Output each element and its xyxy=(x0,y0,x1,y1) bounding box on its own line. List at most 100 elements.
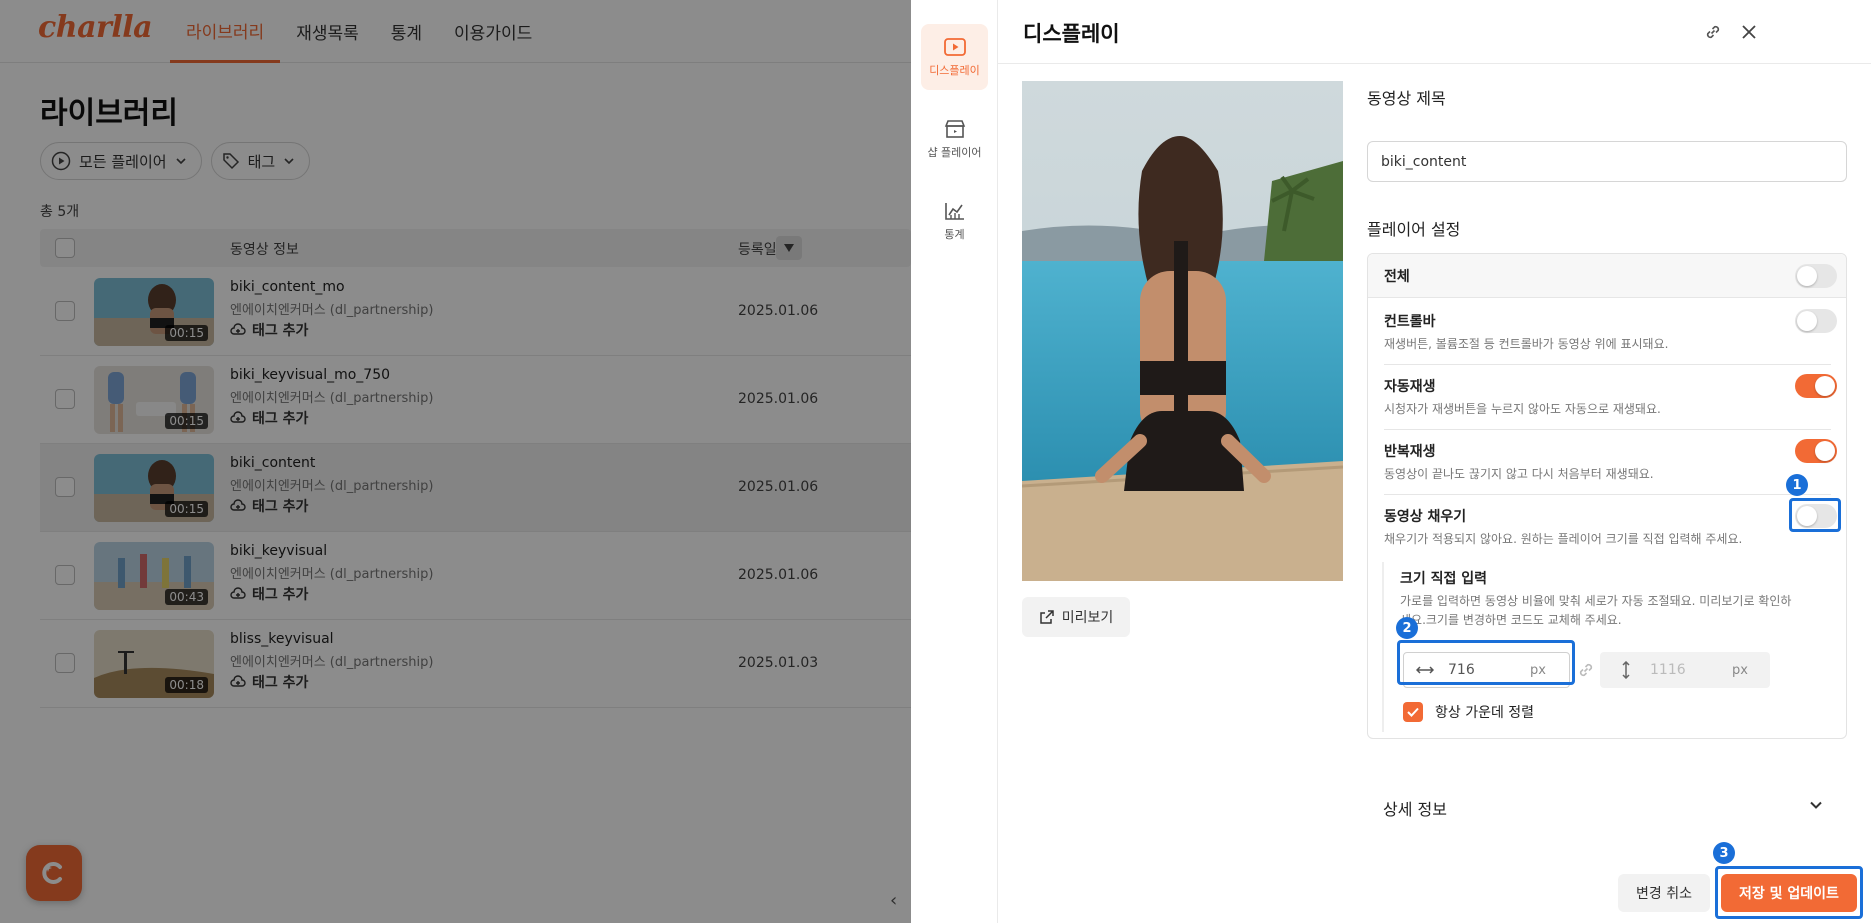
collapse-arrow-icon[interactable]: ‹ xyxy=(890,890,897,911)
add-tag-button[interactable]: 태그 추가 xyxy=(230,320,308,340)
video-date: 2025.01.06 xyxy=(738,303,819,319)
add-tag-label: 태그 추가 xyxy=(252,675,309,691)
tab-stats[interactable]: 통계 xyxy=(921,188,988,254)
charlla-logo[interactable]: charlla xyxy=(38,10,153,45)
nav-guide[interactable]: 이용가이드 xyxy=(438,0,548,63)
add-tag-button[interactable]: 태그 추가 xyxy=(230,672,308,692)
duration-badge: 00:15 xyxy=(165,413,208,429)
toggle-controlbar[interactable] xyxy=(1795,309,1837,333)
setting-autoplay-label: 자동재생 xyxy=(1384,379,1436,395)
video-thumbnail[interactable]: 00:43 xyxy=(94,542,214,610)
col-video-info: 동영상 정보 xyxy=(230,242,299,258)
center-align-checkbox[interactable]: 항상 가운데 정렬 xyxy=(1403,702,1534,722)
preview-button[interactable]: 미리보기 xyxy=(1022,597,1130,637)
duration-badge: 00:15 xyxy=(165,501,208,517)
table-row[interactable]: 00:15 biki_content_mo 엔에이치엔커머스 (dl_partn… xyxy=(40,268,911,356)
play-square-icon xyxy=(943,37,966,56)
row-checkbox[interactable] xyxy=(55,389,75,409)
video-date: 2025.01.03 xyxy=(738,655,819,671)
custom-size-desc: 가로를 입력하면 동영상 비율에 맞춰 세로가 자동 조절돼요. 미리보기로 확… xyxy=(1400,594,1792,627)
cloud-plus-icon xyxy=(230,323,246,335)
nav-playlist[interactable]: 재생목록 xyxy=(280,0,375,63)
custom-size-section: 크기 직접 입력 가로를 입력하면 동영상 비율에 맞춰 세로가 자동 조절돼요… xyxy=(1382,562,1838,732)
play-circle-icon xyxy=(51,151,71,171)
nav-library[interactable]: 라이브러리 xyxy=(170,0,281,63)
video-preview[interactable] xyxy=(1022,81,1343,581)
setting-fill-label: 동영상 채우기 xyxy=(1384,509,1467,525)
main-nav: 라이브러리 재생목록 통계 이용가이드 xyxy=(170,0,548,63)
cancel-button[interactable]: 변경 취소 xyxy=(1618,874,1710,912)
row-checkbox[interactable] xyxy=(55,477,75,497)
select-all-checkbox[interactable] xyxy=(55,238,75,258)
player-settings-box: 전체 컨트롤바 재생버튼, 볼륨조절 등 컨트롤바가 동영상 위에 표시돼요. … xyxy=(1367,253,1847,739)
table-row-selected[interactable]: 00:15 biki_content 엔에이치엔커머스 (dl_partners… xyxy=(40,444,911,532)
player-filter-label: 모든 플레이어 xyxy=(79,152,167,171)
preview-button-label: 미리보기 xyxy=(1061,610,1114,626)
add-tag-button[interactable]: 태그 추가 xyxy=(230,408,308,428)
charlla-c-icon xyxy=(42,862,62,884)
tab-stats-label: 통계 xyxy=(944,227,965,241)
toggle-all[interactable] xyxy=(1795,264,1837,288)
toggle-video-fill[interactable] xyxy=(1795,504,1837,528)
divider xyxy=(1384,494,1831,495)
checkbox-checked[interactable] xyxy=(1403,702,1423,722)
video-thumbnail[interactable]: 00:18 xyxy=(94,630,214,698)
external-link-icon xyxy=(1039,610,1054,624)
video-thumbnail[interactable]: 00:15 xyxy=(94,278,214,346)
video-preview-frame xyxy=(1022,81,1343,581)
video-title[interactable]: biki_content_mo xyxy=(230,279,345,295)
video-thumbnail[interactable]: 00:15 xyxy=(94,366,214,434)
divider xyxy=(1384,364,1831,365)
row-checkbox[interactable] xyxy=(55,565,75,585)
add-tag-label: 태그 추가 xyxy=(252,587,309,603)
chat-fab-button[interactable] xyxy=(26,845,82,901)
add-tag-button[interactable]: 태그 추가 xyxy=(230,584,308,604)
annotation-badge-2: 2 xyxy=(1396,617,1418,639)
video-title-input[interactable] xyxy=(1367,141,1847,182)
close-icon[interactable] xyxy=(1737,20,1761,44)
check-icon xyxy=(1407,707,1419,717)
arrows-vertical-icon xyxy=(1622,661,1630,679)
width-input[interactable]: 716 px xyxy=(1403,652,1570,688)
player-settings-label: 플레이어 설정 xyxy=(1367,220,1461,239)
video-owner: 엔에이치엔커머스 (dl_partnership) xyxy=(230,303,434,318)
col-date: 등록일 xyxy=(738,242,777,258)
cloud-plus-icon xyxy=(230,411,246,423)
table-row[interactable]: 00:15 biki_keyvisual_mo_750 엔에이치엔커머스 (dl… xyxy=(40,356,911,444)
annotation-badge-3: 3 xyxy=(1713,842,1735,864)
tab-display[interactable]: 디스플레이 xyxy=(921,24,988,90)
add-tag-button[interactable]: 태그 추가 xyxy=(230,496,308,516)
cloud-plus-icon xyxy=(230,587,246,599)
shop-icon xyxy=(944,119,965,138)
row-checkbox[interactable] xyxy=(55,301,75,321)
width-value[interactable]: 716 xyxy=(1448,662,1530,678)
aspect-link-icon[interactable] xyxy=(1577,661,1595,683)
video-title[interactable]: bliss_keyvisual xyxy=(230,631,334,647)
sort-button[interactable] xyxy=(776,236,802,260)
filter-bar: 모든 플레이어 태그 xyxy=(40,142,311,180)
height-unit: px xyxy=(1732,662,1748,678)
setting-loop-desc: 동영상이 끝나도 끊기지 않고 다시 처음부터 재생돼요. xyxy=(1384,467,1654,481)
caret-down-icon xyxy=(784,244,794,252)
tag-filter-dropdown[interactable]: 태그 xyxy=(210,142,311,180)
video-date: 2025.01.06 xyxy=(738,479,819,495)
nav-stats[interactable]: 통계 xyxy=(375,0,438,63)
add-tag-label: 태그 추가 xyxy=(252,499,309,515)
video-thumbnail[interactable]: 00:15 xyxy=(94,454,214,522)
video-title[interactable]: biki_keyvisual_mo_750 xyxy=(230,367,390,383)
detail-info-accordion[interactable]: 상세 정보 xyxy=(1383,792,1833,822)
copy-link-icon[interactable] xyxy=(1701,20,1725,44)
video-owner: 엔에이치엔커머스 (dl_partnership) xyxy=(230,655,434,670)
player-filter-dropdown[interactable]: 모든 플레이어 xyxy=(40,142,202,180)
save-update-button[interactable]: 저장 및 업데이트 xyxy=(1721,874,1857,912)
tab-shop-player[interactable]: 샵 플레이어 xyxy=(921,106,988,172)
row-checkbox[interactable] xyxy=(55,653,75,673)
toggle-loop[interactable] xyxy=(1795,439,1837,463)
video-title[interactable]: biki_keyvisual xyxy=(230,543,327,559)
toggle-autoplay[interactable] xyxy=(1795,374,1837,398)
chevron-down-icon xyxy=(1810,801,1822,809)
table-row[interactable]: 00:18 bliss_keyvisual 엔에이치엔커머스 (dl_partn… xyxy=(40,620,911,708)
table-row[interactable]: 00:43 biki_keyvisual 엔에이치엔커머스 (dl_partne… xyxy=(40,532,911,620)
duration-badge: 00:43 xyxy=(165,589,208,605)
video-title[interactable]: biki_content xyxy=(230,455,315,471)
